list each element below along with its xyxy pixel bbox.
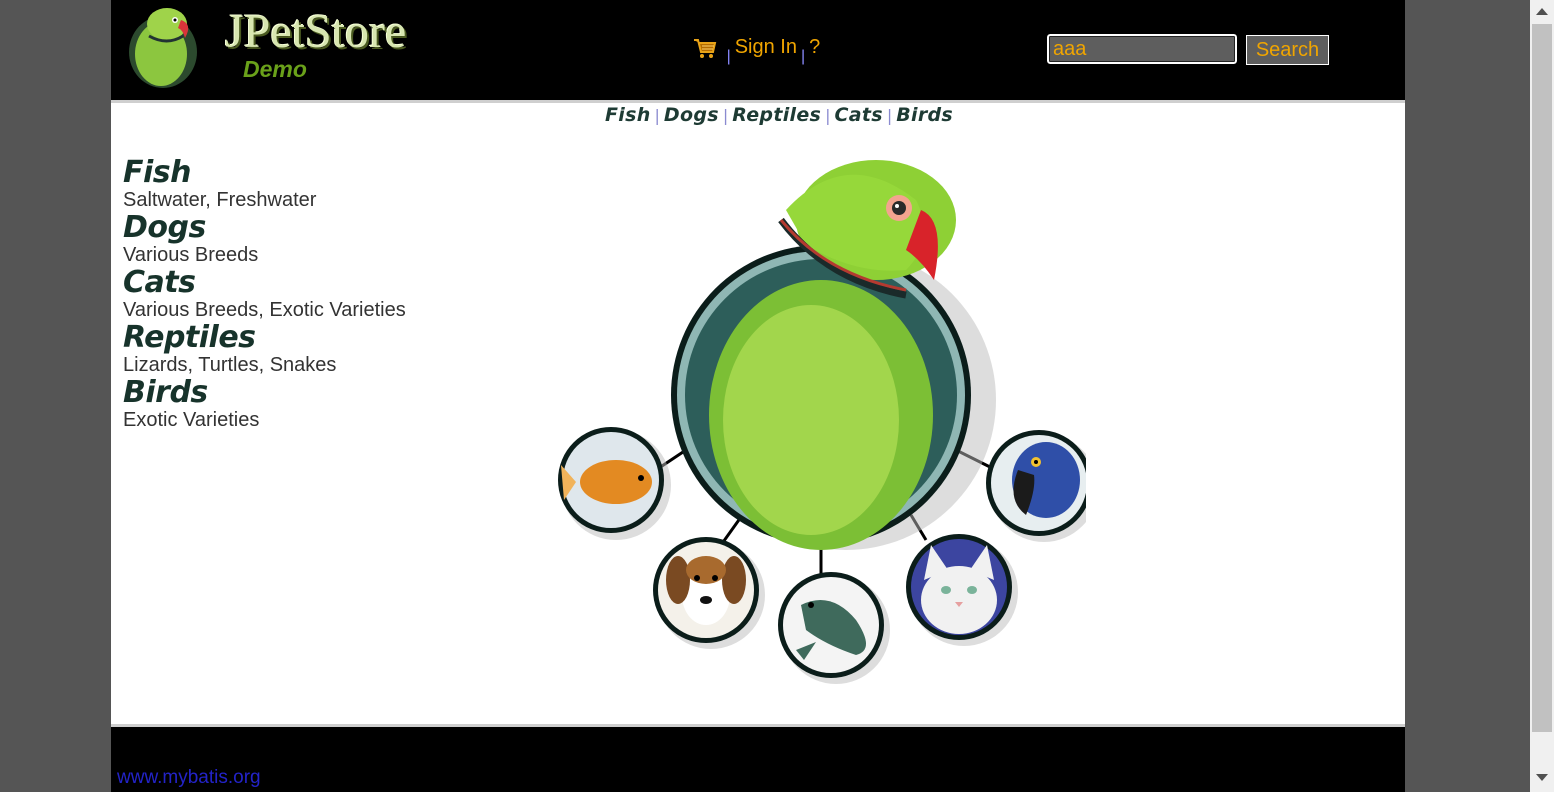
category-dogs: Dogs Various Breeds [123, 211, 483, 266]
dogs-hotspot[interactable] [653, 537, 765, 649]
pet-image-map [558, 160, 1086, 684]
menu-separator: | [800, 48, 806, 65]
quicklink-cats[interactable]: Cats [835, 104, 883, 126]
reptiles-hotspot[interactable] [778, 572, 890, 684]
sidebar: Fish Saltwater, Freshwater Dogs Various … [123, 156, 483, 431]
header: JPetStore Demo |Sign In|? Search [111, 0, 1405, 100]
category-title-cats[interactable]: Cats [123, 266, 483, 300]
header-menu: | Sign In |? [693, 36, 820, 66]
quicklink-separator: | [886, 106, 893, 125]
scroll-up-arrow-icon[interactable] [1536, 8, 1548, 15]
mybatis-link[interactable]: www.mybatis.org [117, 767, 261, 789]
category-birds: Birds Exotic Varieties [123, 376, 483, 431]
quicklink-birds[interactable]: Birds [896, 104, 953, 126]
parrot-logo-icon [129, 8, 197, 88]
fish-hotspot[interactable] [558, 427, 671, 540]
category-desc: Lizards, Turtles, Snakes [123, 354, 337, 376]
category-title-birds[interactable]: Birds [123, 376, 483, 410]
vertical-scrollbar[interactable] [1530, 0, 1554, 792]
footer: www.mybatis.org [111, 727, 1405, 792]
category-desc: Saltwater, Freshwater [123, 189, 317, 211]
category-desc: Various Breeds, Exotic Varieties [123, 299, 406, 321]
sign-in-link[interactable]: Sign In [735, 36, 797, 58]
category-title-reptiles[interactable]: Reptiles [123, 321, 483, 355]
scroll-down-arrow-icon[interactable] [1536, 774, 1548, 781]
cart-link[interactable] [693, 36, 723, 58]
quicklink-fish[interactable]: Fish [605, 104, 651, 126]
header-divider [111, 100, 1405, 103]
shopping-cart-icon [694, 39, 717, 58]
category-desc: Exotic Varieties [123, 409, 260, 431]
quicklink-reptiles[interactable]: Reptiles [732, 104, 821, 126]
quicklink-separator: | [825, 106, 831, 125]
category-fish: Fish Saltwater, Freshwater [123, 156, 483, 211]
cats-hotspot[interactable] [906, 534, 1018, 646]
quicklink-separator: | [722, 106, 729, 125]
logo-title: JPetStore [225, 5, 407, 58]
quicklink-separator: | [654, 106, 660, 125]
page: JPetStore Demo |Sign In|? Search Fish|Do… [111, 0, 1405, 792]
logo-subtitle: Demo [243, 56, 307, 82]
category-title-fish[interactable]: Fish [123, 156, 483, 190]
birds-hotspot[interactable] [671, 160, 996, 550]
help-link[interactable]: ? [809, 36, 820, 58]
macaw-hotspot[interactable] [986, 430, 1086, 542]
category-desc: Various Breeds [123, 244, 259, 266]
logo[interactable]: JPetStore Demo [123, 2, 453, 92]
category-cats: Cats Various Breeds, Exotic Varieties [123, 266, 483, 321]
menu-separator: | [726, 48, 731, 65]
scrollbar-thumb[interactable] [1532, 24, 1552, 732]
search-input[interactable] [1045, 32, 1239, 66]
quicklink-dogs[interactable]: Dogs [664, 104, 719, 126]
category-reptiles: Reptiles Lizards, Turtles, Snakes [123, 321, 483, 376]
category-title-dogs[interactable]: Dogs [123, 211, 483, 245]
search-button[interactable]: Search [1246, 35, 1329, 65]
quick-links: Fish | Dogs | Reptiles | Cats | Birds [605, 104, 953, 126]
